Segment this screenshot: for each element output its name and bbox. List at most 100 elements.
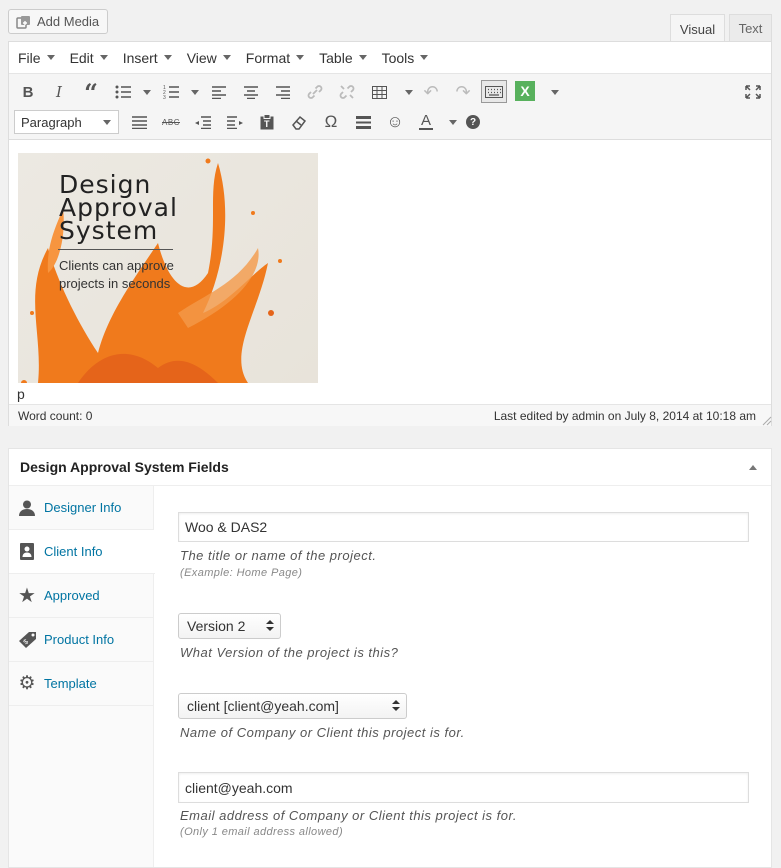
menu-edit-label: Edit bbox=[69, 49, 94, 66]
clear-formatting-icon[interactable] bbox=[287, 111, 311, 133]
word-count: Word count: 0 bbox=[18, 408, 93, 423]
editor: File Edit Insert View Format Table Tools… bbox=[8, 41, 772, 426]
menu-file-label: File bbox=[18, 49, 41, 66]
numbered-list-icon[interactable]: 123 bbox=[159, 81, 183, 103]
chevron-down-icon bbox=[46, 55, 55, 60]
version-select[interactable]: Version 2 bbox=[178, 613, 281, 639]
excel-icon[interactable]: X bbox=[515, 81, 535, 101]
tab-client-info-label: Client Info bbox=[44, 544, 103, 559]
metabox-title: Design Approval System Fields bbox=[20, 459, 229, 475]
image-title: Design Approval System bbox=[59, 172, 178, 245]
align-right-icon[interactable] bbox=[271, 81, 295, 103]
tab-template-label: Template bbox=[44, 676, 97, 691]
gear-icon: ⚙ bbox=[18, 673, 36, 694]
client-email-value: client@yeah.com bbox=[185, 779, 293, 796]
tab-designer-info[interactable]: Designer Info bbox=[9, 486, 154, 530]
unlink-icon[interactable] bbox=[335, 81, 359, 103]
image-divider bbox=[58, 249, 173, 250]
client-select-value: client [client@yeah.com] bbox=[187, 698, 339, 714]
tab-approved[interactable]: ★ Approved bbox=[9, 574, 154, 618]
person-icon bbox=[18, 499, 36, 517]
svg-text:T: T bbox=[264, 119, 270, 129]
chevron-down-icon[interactable] bbox=[143, 90, 151, 95]
add-media-label: Add Media bbox=[37, 14, 100, 29]
project-name-value: Woo & DAS2 bbox=[185, 519, 268, 535]
redo-icon[interactable]: ↷ bbox=[451, 81, 475, 103]
editor-content[interactable]: Design Approval System Clients can appro… bbox=[9, 140, 771, 402]
tab-template[interactable]: ⚙ Template bbox=[9, 662, 154, 706]
das-fields-metabox: Design Approval System Fields Designer I… bbox=[8, 448, 772, 868]
tab-approved-label: Approved bbox=[44, 588, 100, 603]
last-edited: Last edited by admin on July 8, 2014 at … bbox=[493, 408, 756, 423]
omega-icon[interactable]: Ω bbox=[319, 111, 343, 133]
align-left-icon[interactable] bbox=[207, 81, 231, 103]
link-icon[interactable] bbox=[303, 81, 327, 103]
format-select[interactable]: Paragraph bbox=[14, 110, 119, 134]
collapse-arrow-icon[interactable] bbox=[749, 465, 757, 470]
indent-icon[interactable] bbox=[223, 111, 247, 133]
format-select-value: Paragraph bbox=[21, 114, 82, 130]
chevron-down-icon[interactable] bbox=[191, 90, 199, 95]
client-select[interactable]: client [client@yeah.com] bbox=[178, 693, 407, 719]
italic-icon[interactable]: I bbox=[47, 81, 71, 103]
select-arrows-icon bbox=[266, 620, 274, 632]
version-description: What Version of the project is this? bbox=[180, 645, 399, 660]
chevron-down-icon[interactable] bbox=[551, 90, 559, 95]
editor-menubar: File Edit Insert View Format Table Tools bbox=[9, 42, 771, 74]
text-color-icon[interactable]: A bbox=[414, 111, 438, 133]
image-title-line-3: System bbox=[59, 216, 159, 245]
chevron-down-icon bbox=[420, 55, 429, 60]
menu-format-label: Format bbox=[245, 49, 291, 66]
resize-handle-icon[interactable] bbox=[760, 414, 772, 426]
keyboard-icon[interactable] bbox=[481, 80, 507, 103]
svg-text:3: 3 bbox=[163, 95, 166, 99]
chevron-down-icon[interactable] bbox=[449, 120, 457, 125]
menu-tools[interactable]: Tools bbox=[382, 50, 429, 66]
menu-table[interactable]: Table bbox=[319, 50, 367, 66]
align-center-icon[interactable] bbox=[239, 81, 263, 103]
status-bar: Word count: 0 Last edited by admin on Ju… bbox=[9, 404, 771, 426]
tab-client-info[interactable]: Client Info bbox=[9, 530, 155, 574]
bullet-list-icon[interactable] bbox=[111, 81, 135, 103]
tab-product-info[interactable]: $ Product Info bbox=[9, 618, 154, 662]
chevron-down-icon bbox=[99, 55, 108, 60]
client-email-description: Email address of Company or Client this … bbox=[180, 808, 517, 823]
blockquote-icon[interactable]: “ bbox=[79, 78, 103, 107]
select-arrows-icon bbox=[392, 700, 400, 712]
image-subtitle: Clients can approve projects in seconds bbox=[59, 258, 174, 291]
emoticon-icon[interactable]: ☺ bbox=[383, 111, 407, 133]
menu-insert[interactable]: Insert bbox=[123, 50, 172, 66]
add-media-button[interactable]: Add Media bbox=[8, 9, 108, 34]
paste-text-icon[interactable]: T bbox=[255, 111, 279, 133]
justify-icon[interactable] bbox=[127, 111, 151, 133]
tab-visual[interactable]: Visual bbox=[670, 14, 725, 43]
menu-view[interactable]: View bbox=[187, 50, 231, 66]
chevron-down-icon[interactable] bbox=[405, 90, 413, 95]
undo-icon[interactable]: ↶ bbox=[419, 81, 443, 103]
strikethrough-icon[interactable]: ABC bbox=[159, 111, 183, 133]
help-icon[interactable]: ? bbox=[461, 111, 485, 133]
star-icon: ★ bbox=[18, 585, 36, 607]
media-icon bbox=[16, 15, 32, 29]
menu-edit[interactable]: Edit bbox=[70, 50, 108, 66]
client-email-input[interactable]: client@yeah.com bbox=[178, 772, 749, 803]
metabox-header[interactable]: Design Approval System Fields bbox=[9, 449, 771, 486]
menu-format[interactable]: Format bbox=[245, 49, 305, 66]
chevron-down-icon bbox=[163, 55, 172, 60]
menu-tools-label: Tools bbox=[381, 49, 415, 66]
featured-image[interactable]: Design Approval System Clients can appro… bbox=[18, 153, 318, 383]
horizontal-rule-icon[interactable] bbox=[351, 111, 375, 133]
tab-text[interactable]: Text bbox=[729, 14, 772, 42]
outdent-icon[interactable] bbox=[191, 111, 215, 133]
tab-product-info-label: Product Info bbox=[44, 632, 115, 647]
chevron-down-icon bbox=[103, 120, 111, 125]
project-name-description: The title or name of the project. bbox=[180, 548, 377, 563]
menu-insert-label: Insert bbox=[122, 49, 158, 66]
fullscreen-icon[interactable] bbox=[741, 81, 765, 103]
table-icon[interactable] bbox=[367, 81, 391, 103]
id-card-icon bbox=[18, 543, 36, 561]
bold-icon[interactable]: B bbox=[16, 81, 40, 103]
menu-file[interactable]: File bbox=[18, 50, 55, 66]
tab-designer-info-label: Designer Info bbox=[44, 500, 122, 515]
project-name-input[interactable]: Woo & DAS2 bbox=[178, 512, 749, 542]
